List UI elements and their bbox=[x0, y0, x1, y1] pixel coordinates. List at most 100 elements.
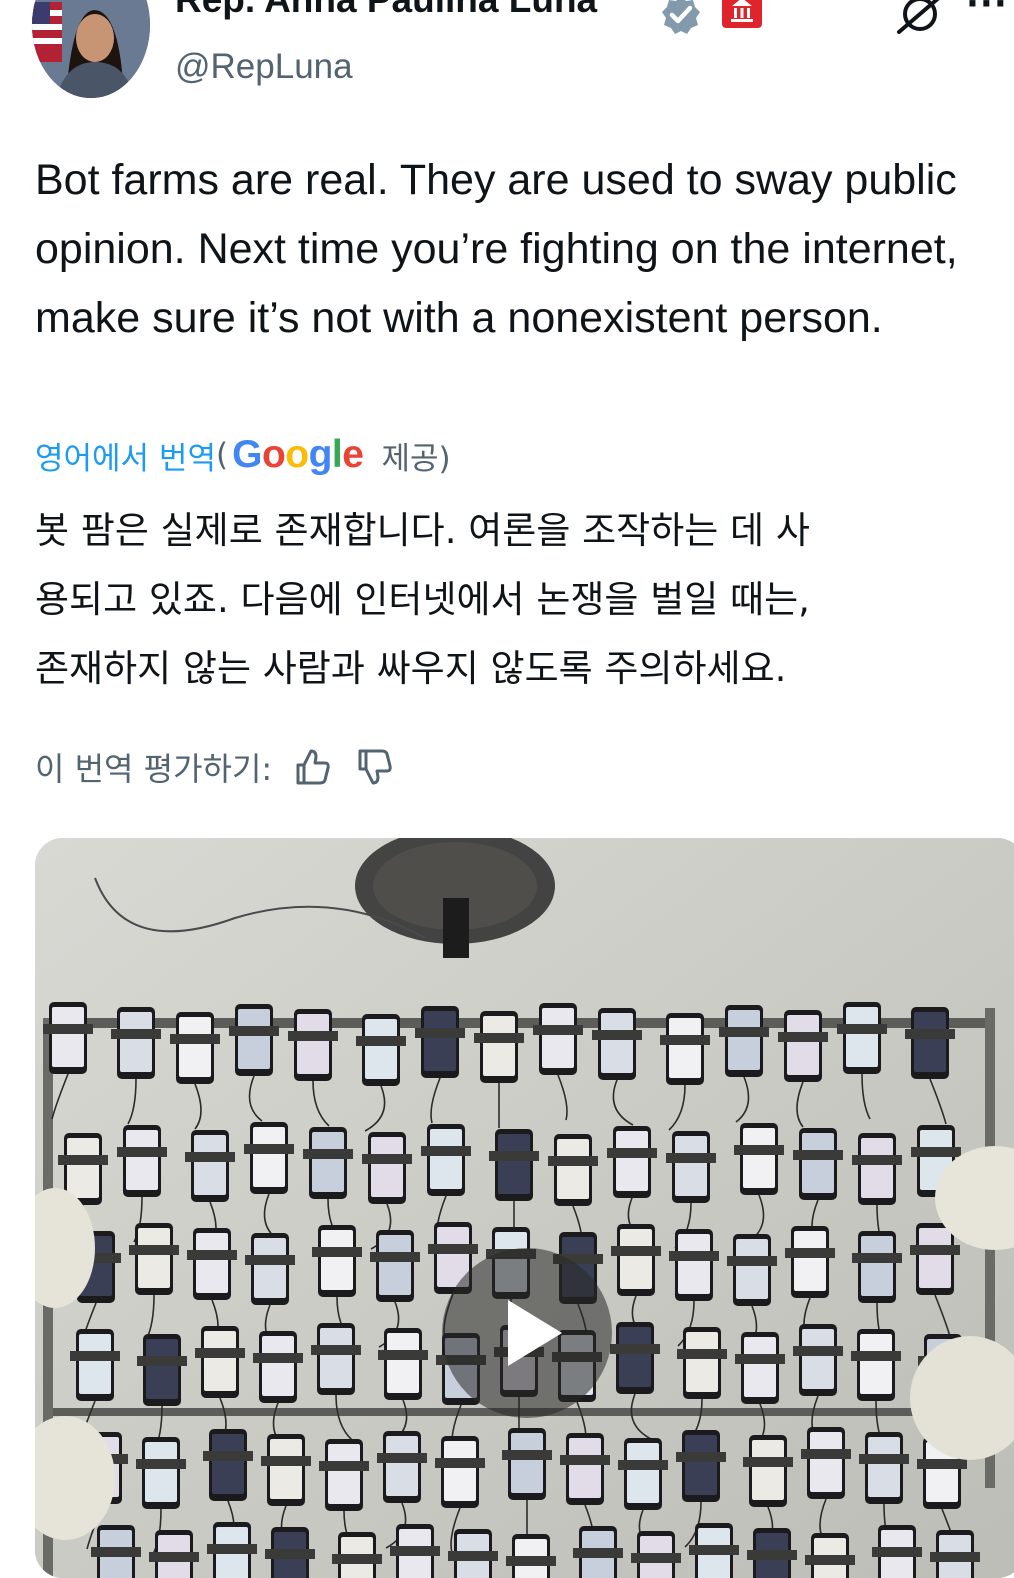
phone-screen bbox=[685, 1435, 717, 1495]
phone-holder bbox=[676, 1452, 726, 1462]
phone-holder bbox=[618, 1460, 668, 1470]
phone-screen bbox=[444, 1441, 476, 1501]
phone-holder bbox=[747, 1550, 797, 1560]
phone-holder bbox=[187, 1250, 237, 1260]
phone-screen bbox=[424, 1011, 456, 1071]
phone-holder bbox=[560, 1455, 610, 1465]
phone-screen bbox=[365, 1019, 397, 1079]
translation-line: 존재하지 않는 사람과 싸우지 않도록 주의하세요. bbox=[35, 647, 787, 690]
verified-badge-icon bbox=[662, 0, 700, 34]
phone-holder bbox=[851, 1351, 901, 1361]
phone-screen bbox=[254, 1238, 286, 1298]
phone-holder bbox=[390, 1546, 440, 1556]
phone-holder bbox=[793, 1150, 843, 1160]
phone-screen bbox=[794, 1231, 826, 1291]
translation-attribution: 영어에서 번역 ( Google 제공) bbox=[35, 432, 451, 478]
phone-holder bbox=[852, 1155, 902, 1165]
thumbs-down-icon[interactable] bbox=[352, 745, 396, 789]
phone-screen bbox=[238, 1009, 270, 1069]
more-options-icon[interactable]: ··· bbox=[966, 0, 1008, 24]
grok-icon[interactable] bbox=[893, 0, 947, 36]
phone-holder bbox=[378, 1350, 428, 1360]
open-paren: ( bbox=[215, 437, 229, 473]
phone-screen bbox=[498, 1134, 530, 1194]
phone-holder bbox=[677, 1349, 727, 1359]
phone-screen bbox=[297, 1014, 329, 1074]
phone-holder bbox=[489, 1151, 539, 1161]
phone-screen bbox=[616, 1131, 648, 1191]
google-logo: Google bbox=[232, 433, 364, 476]
phone-holder bbox=[592, 1030, 642, 1040]
provided-label: 제공) bbox=[381, 440, 451, 477]
phone-farm-image bbox=[35, 838, 1014, 1578]
phone-screen bbox=[262, 1336, 294, 1396]
phone-holder bbox=[58, 1155, 108, 1165]
phone-holder bbox=[70, 1351, 120, 1361]
phone-screen bbox=[204, 1331, 236, 1391]
phone-holder bbox=[91, 1547, 141, 1557]
phone-holder bbox=[859, 1454, 909, 1464]
phone-screen bbox=[678, 1234, 710, 1294]
phone-holder bbox=[502, 1450, 552, 1460]
phone-screen bbox=[253, 1127, 285, 1187]
phone-screen bbox=[802, 1133, 834, 1193]
phone-screen bbox=[79, 1334, 111, 1394]
phone-holder bbox=[207, 1544, 257, 1554]
phone-holder bbox=[253, 1353, 303, 1363]
phone-screen bbox=[557, 1139, 589, 1199]
phone-holder bbox=[312, 1247, 362, 1257]
phone-holder bbox=[689, 1545, 739, 1555]
phone-screen bbox=[601, 1013, 633, 1073]
translated-from-link[interactable]: 영어에서 번역 bbox=[35, 433, 216, 478]
phone-screen bbox=[542, 1008, 574, 1068]
phone-screen bbox=[919, 1228, 951, 1288]
phone-screen bbox=[787, 1015, 819, 1075]
phone-holder bbox=[421, 1146, 471, 1156]
thumbs-up-icon[interactable] bbox=[290, 745, 334, 789]
phone-screen bbox=[736, 1239, 768, 1299]
phone-holder bbox=[136, 1459, 186, 1469]
phone-holder bbox=[852, 1253, 902, 1263]
phone-screen bbox=[194, 1135, 226, 1195]
phone-screen bbox=[386, 1436, 418, 1496]
phone-screen bbox=[627, 1443, 659, 1503]
phone-screen bbox=[744, 1337, 776, 1397]
phone-holder bbox=[149, 1552, 199, 1562]
phone-holder bbox=[917, 1459, 967, 1469]
phone-screen bbox=[861, 1138, 893, 1198]
author-name[interactable]: Rep. Anna Paulina Luna bbox=[175, 0, 597, 22]
phone-screen bbox=[619, 1327, 651, 1387]
phone-screen bbox=[914, 1012, 946, 1072]
phone-screen bbox=[802, 1329, 834, 1389]
translation-line: 봇 팜은 실제로 존재합니다. 여론을 조작하는 데 사 bbox=[35, 509, 810, 552]
phone-holder bbox=[785, 1248, 835, 1258]
phone-screen bbox=[179, 1017, 211, 1077]
phone-holder bbox=[910, 1245, 960, 1255]
phone-holder bbox=[533, 1025, 583, 1035]
profile-photo bbox=[32, 0, 150, 98]
phone-screen bbox=[868, 1437, 900, 1497]
phone-holder bbox=[801, 1449, 851, 1459]
video-thumbnail[interactable] bbox=[35, 838, 1014, 1578]
phone-screen bbox=[387, 1333, 419, 1393]
phone-screen bbox=[752, 1440, 784, 1500]
phone-holder bbox=[185, 1152, 235, 1162]
phone-holder bbox=[719, 1027, 769, 1037]
phone-holder bbox=[793, 1346, 843, 1356]
phone-holder bbox=[727, 1256, 777, 1266]
phone-screen bbox=[138, 1228, 170, 1288]
phone-screen bbox=[126, 1130, 158, 1190]
avatar[interactable] bbox=[32, 0, 150, 98]
phone-screen bbox=[669, 1018, 701, 1078]
phone-screen bbox=[511, 1433, 543, 1493]
phone-screen bbox=[320, 1328, 352, 1388]
play-button[interactable] bbox=[442, 1248, 612, 1418]
phone-holder bbox=[734, 1145, 784, 1155]
phone-holder bbox=[303, 1149, 353, 1159]
phone-screen bbox=[145, 1442, 177, 1502]
author-handle[interactable]: @RepLuna bbox=[175, 44, 353, 90]
tweet-text: Bot farms are real. They are used to swa… bbox=[35, 156, 958, 342]
phone-holder bbox=[111, 1029, 161, 1039]
phone-screen bbox=[861, 1236, 893, 1296]
rate-translation-label: 이 번역 평가하기: bbox=[35, 750, 273, 788]
